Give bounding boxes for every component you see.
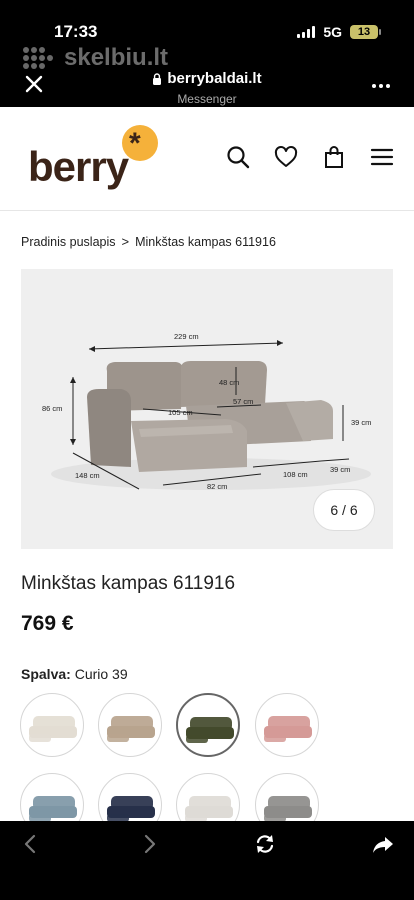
browser-toolbar (0, 821, 414, 900)
browser-chrome: 17:33 5G 13 skelbiu.lt berrybaldai.lt Me… (0, 0, 414, 107)
dim-back-height: 48 cm (219, 378, 239, 387)
dim-side-height: 39 cm (351, 418, 371, 427)
back-icon[interactable] (20, 833, 42, 855)
mini-sofa-icon (264, 796, 312, 821)
dim-seat-depth: 57 cm (233, 397, 253, 406)
color-swatch[interactable] (98, 773, 162, 821)
gallery-counter: 6 / 6 (313, 489, 375, 531)
more-icon[interactable] (372, 84, 390, 88)
network-label: 5G (323, 24, 342, 40)
color-label-key: Spalva: (21, 666, 71, 682)
watermark: skelbiu.lt (22, 44, 168, 72)
breadcrumb: Pradinis puslapis > Minkštas kampas 6119… (21, 234, 276, 249)
product-price: 769 € (21, 612, 74, 635)
mini-sofa-icon (186, 717, 234, 743)
breadcrumb-current: Minkštas kampas 611916 (135, 234, 276, 249)
watermark-text: skelbiu.lt (64, 44, 169, 71)
battery-icon: 13 (350, 25, 381, 39)
color-swatch[interactable] (176, 773, 240, 821)
share-icon[interactable] (372, 833, 394, 855)
dim-height: 86 cm (42, 404, 62, 413)
color-swatch[interactable] (255, 693, 319, 757)
mini-sofa-icon (264, 716, 312, 742)
mini-sofa-icon (107, 796, 155, 821)
color-swatch[interactable] (176, 693, 240, 757)
web-page: * berry Pradinis puslapis > Minkštas kam… (0, 107, 414, 821)
mini-sofa-icon (29, 716, 77, 742)
dim-top-width: 229 cm (174, 332, 199, 341)
product-title: Minkštas kampas 611916 (21, 573, 236, 594)
menu-icon[interactable] (370, 145, 394, 169)
header-actions (226, 145, 394, 169)
breadcrumb-separator: > (121, 234, 130, 249)
dim-section-width: 108 cm (283, 470, 308, 479)
url-subtitle: Messenger (177, 91, 237, 106)
mini-sofa-icon (185, 796, 233, 821)
color-swatch[interactable] (20, 773, 84, 821)
address-bar[interactable]: berrybaldai.lt Messenger (0, 70, 414, 106)
status-indicators: 5G 13 (297, 24, 381, 40)
mini-sofa-icon (29, 796, 77, 821)
url-text: berrybaldai.lt (167, 70, 262, 87)
color-label-value: Curio 39 (74, 666, 128, 682)
battery-level: 13 (357, 26, 371, 38)
site-header: * berry (0, 107, 414, 211)
breadcrumb-home[interactable]: Pradinis puslapis (21, 235, 116, 249)
dim-front-width: 82 cm (207, 482, 227, 491)
reload-icon[interactable] (254, 833, 276, 855)
signal-icon (297, 26, 316, 38)
color-swatch[interactable] (255, 773, 319, 821)
logo-mark: * (129, 127, 141, 160)
berry-logo[interactable]: * berry (28, 125, 168, 203)
color-swatch[interactable] (98, 693, 162, 757)
status-time: 17:33 (54, 22, 98, 41)
color-swatch[interactable] (20, 693, 84, 757)
heart-icon[interactable] (274, 145, 298, 169)
mini-sofa-icon (107, 716, 155, 742)
logo-text: berry (28, 143, 129, 190)
watermark-dots-icon (23, 47, 53, 69)
dim-end-width: 39 cm (330, 465, 350, 474)
product-gallery[interactable]: 229 cm 86 cm 48 cm 105 cm 57 cm 39 cm 14… (21, 269, 393, 549)
lock-icon (153, 72, 162, 85)
forward-icon[interactable] (138, 833, 160, 855)
color-label: Spalva: Curio 39 (21, 666, 128, 682)
search-icon[interactable] (226, 145, 250, 169)
dim-chaise-depth: 105 cm (168, 408, 193, 417)
bag-icon[interactable] (322, 145, 346, 169)
dim-chaise-length: 148 cm (75, 471, 100, 480)
